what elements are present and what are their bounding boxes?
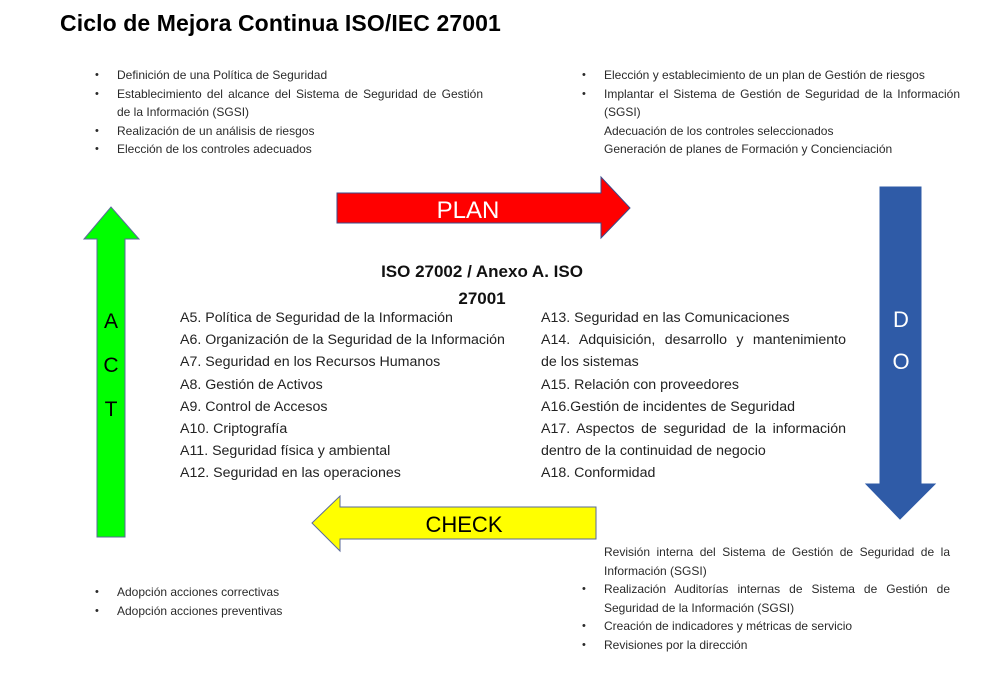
list-item: Creación de indicadores y métricas de se… <box>580 617 950 636</box>
control-item: A6. Organización de la Seguridad de la I… <box>180 332 505 349</box>
annex-a-title-line1: ISO 27002 / Anexo A. ISO <box>381 262 583 281</box>
act-arrow-letter-t: T <box>105 398 118 421</box>
control-item: dentro de la continuidad de negocio <box>541 443 766 460</box>
controls-list-right: A13. Seguridad en las Comunicaciones A14… <box>541 307 846 485</box>
control-item: A13. Seguridad en las Comunicaciones <box>541 310 790 326</box>
check-activities-list: Revisión interna del Sistema de Gestión … <box>580 543 950 654</box>
do-arrow: D O <box>864 186 937 520</box>
control-item: A18. Conformidad <box>541 465 656 482</box>
annex-a-title: ISO 27002 / Anexo A. ISO 27001 <box>372 258 592 312</box>
act-arrow-letter-a: A <box>104 310 118 333</box>
act-arrow-letter-c: C <box>103 354 118 377</box>
check-arrow-label: CHECK <box>425 512 502 537</box>
act-arrow: A C T <box>82 206 141 538</box>
do-arrow-letter-d: D <box>893 307 909 332</box>
controls-list-left: A5. Política de Seguridad de la Informac… <box>180 307 505 485</box>
control-item: A14. Adquisición, desarrollo y mantenimi… <box>541 332 846 349</box>
list-item: Adopción acciones correctivas <box>93 583 393 602</box>
list-item: Revisión interna del Sistema de Gestión … <box>604 545 950 578</box>
control-item: A16.Gestión de incidentes de Seguridad <box>541 398 795 415</box>
act-activities-list: Adopción acciones correctivas Adopción a… <box>93 583 393 620</box>
control-item: A17. Aspectos de seguridad de la informa… <box>541 421 846 438</box>
control-item: A8. Gestión de Activos <box>180 376 323 393</box>
plan-arrow-label: PLAN <box>437 197 500 224</box>
control-item: A12. Seguridad en las operaciones <box>180 465 401 482</box>
check-arrow: CHECK <box>311 494 597 553</box>
control-item: A11. Seguridad física y ambiental <box>180 443 391 460</box>
plan-arrow: PLAN <box>336 175 631 240</box>
control-item: A10. Criptografía <box>180 421 288 438</box>
control-item: A7. Seguridad en los Recursos Humanos <box>180 354 441 371</box>
control-item: A15. Relación con proveedores <box>541 376 739 393</box>
control-item: A5. Política de Seguridad de la Informac… <box>180 310 453 326</box>
list-item: Adopción acciones preventivas <box>93 602 393 621</box>
control-item: de los sistemas <box>541 354 639 371</box>
list-item: Revisiones por la dirección <box>580 636 950 655</box>
control-item: A9. Control de Accesos <box>180 398 328 415</box>
do-arrow-letter-o: O <box>892 349 909 374</box>
list-item: Realización Auditorías internas de Siste… <box>580 580 950 617</box>
